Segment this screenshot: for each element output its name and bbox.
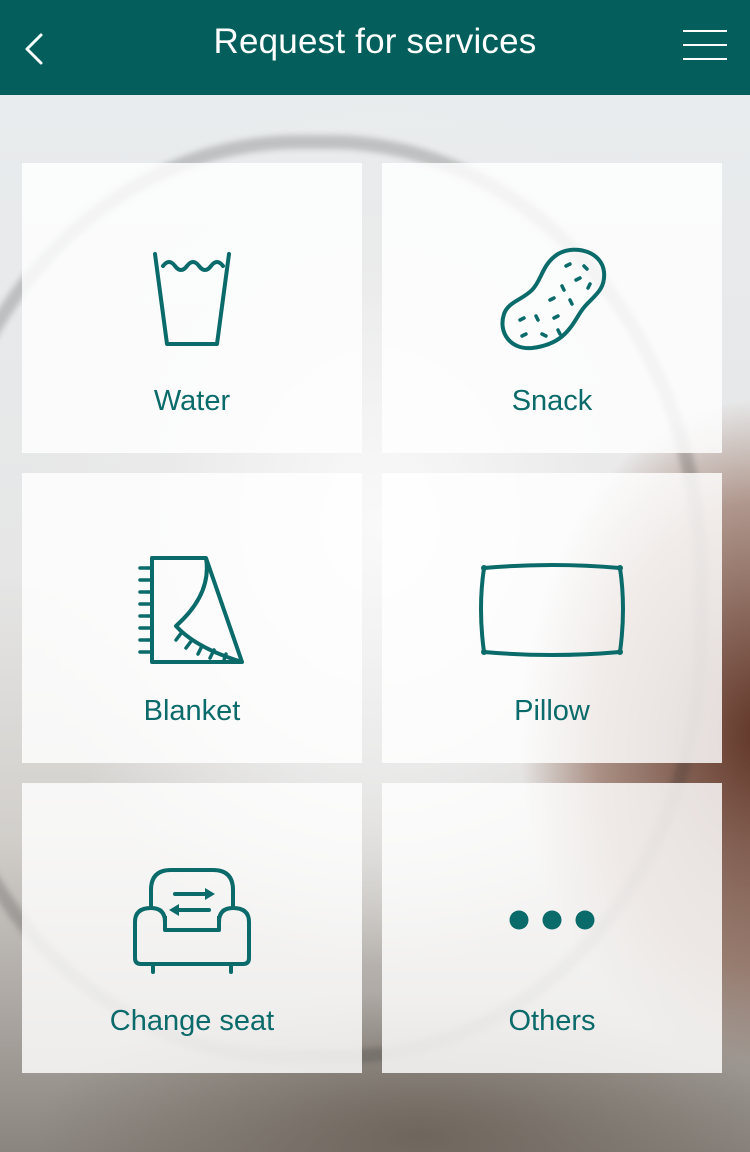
services-grid: Water Snack Blanket Pillow Change seat O…	[22, 163, 722, 1073]
service-label: Pillow	[514, 695, 590, 727]
service-tile-snack[interactable]: Snack	[382, 163, 722, 453]
service-label: Water	[153, 385, 231, 417]
service-label: Snack	[511, 385, 593, 417]
service-label: Change seat	[109, 1005, 275, 1037]
peanut-icon	[500, 247, 607, 351]
service-tile-pillow[interactable]: Pillow	[382, 473, 722, 763]
hamburger-menu-icon	[683, 30, 727, 32]
menu-button[interactable]	[680, 26, 730, 66]
service-tile-blanket[interactable]: Blanket	[22, 473, 362, 763]
seat-swap-icon	[133, 868, 251, 974]
more-dots-icon	[509, 910, 595, 930]
service-tile-others[interactable]: Others	[382, 783, 722, 1073]
service-tile-water[interactable]: Water	[22, 163, 362, 453]
blanket-icon	[138, 556, 244, 664]
service-tile-change-seat[interactable]: Change seat	[22, 783, 362, 1073]
service-label: Blanket	[143, 695, 241, 727]
water-glass-icon	[153, 252, 231, 346]
app-header: Request for services	[0, 0, 750, 95]
pillow-icon	[479, 563, 625, 657]
service-label: Others	[508, 1005, 596, 1037]
page-title: Request for services	[213, 22, 537, 61]
